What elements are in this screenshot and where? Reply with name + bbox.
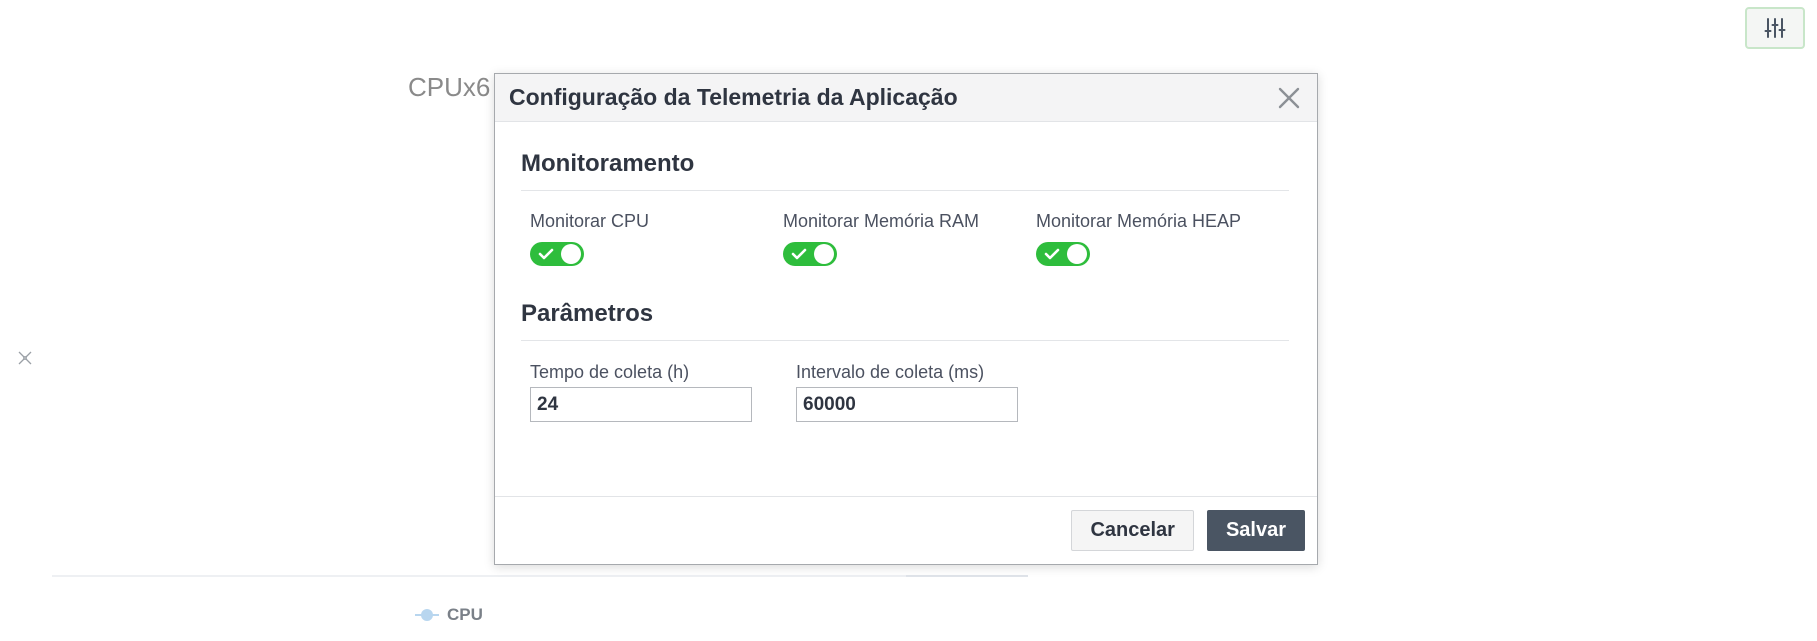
legend-marker <box>415 608 439 622</box>
chart-title: CPUx6 <box>408 72 491 102</box>
toggle-label: Monitorar Memória RAM <box>783 211 980 231</box>
sliders-icon <box>1764 18 1786 38</box>
collapse-icon[interactable] <box>17 350 33 366</box>
chart-axis-line <box>52 575 1028 577</box>
check-icon <box>1044 248 1060 260</box>
toggle-knob <box>814 244 834 264</box>
telemetry-config-dialog: Configuração da Telemetria da Aplicação … <box>494 73 1318 565</box>
monitoring-section-heading: Monitoramento <box>521 122 1289 191</box>
dialog-title: Configuração da Telemetria da Aplicação <box>509 84 958 110</box>
monitor-cpu-toggle[interactable] <box>530 242 584 266</box>
collect-time-input[interactable] <box>530 387 752 422</box>
dialog-footer: Cancelar Salvar <box>495 496 1317 564</box>
monitoring-toggles: Monitorar CPU Monitorar Memória RAM Moni… <box>521 191 1289 266</box>
toggle-label: Monitorar Memória HEAP <box>1036 211 1242 231</box>
chart-range-selector[interactable] <box>906 575 1028 577</box>
settings-sliders-button[interactable] <box>1745 7 1805 49</box>
toggle-knob <box>1067 244 1087 264</box>
field-label: Intervalo de coleta (ms) <box>796 362 985 382</box>
close-button[interactable] <box>1275 84 1303 112</box>
chart-legend-item-cpu[interactable]: CPU <box>415 605 483 625</box>
save-button[interactable]: Salvar <box>1206 510 1305 551</box>
monitor-ram-toggle[interactable] <box>783 242 837 266</box>
cancel-button[interactable]: Cancelar <box>1071 510 1194 551</box>
toggle-group-ram: Monitorar Memória RAM <box>783 211 1036 266</box>
toggle-group-cpu: Monitorar CPU <box>530 211 783 266</box>
collect-interval-input[interactable] <box>796 387 1018 422</box>
field-group-collect-time: Tempo de coleta (h) <box>530 362 796 422</box>
monitor-heap-toggle[interactable] <box>1036 242 1090 266</box>
dialog-body: Monitoramento Monitorar CPU Monitorar Me… <box>495 122 1317 422</box>
parameters-section-heading: Parâmetros <box>521 266 1289 341</box>
toggle-knob <box>561 244 581 264</box>
field-label: Tempo de coleta (h) <box>530 362 690 382</box>
check-icon <box>791 248 807 260</box>
check-icon <box>538 248 554 260</box>
toggle-label: Monitorar CPU <box>530 211 650 231</box>
toggle-group-heap: Monitorar Memória HEAP <box>1036 211 1289 266</box>
dialog-header: Configuração da Telemetria da Aplicação <box>495 74 1317 122</box>
legend-label: CPU <box>447 605 483 624</box>
close-icon <box>1278 87 1300 108</box>
field-group-collect-interval: Intervalo de coleta (ms) <box>796 362 1062 422</box>
parameters-fields: Tempo de coleta (h) Intervalo de coleta … <box>521 341 1289 422</box>
